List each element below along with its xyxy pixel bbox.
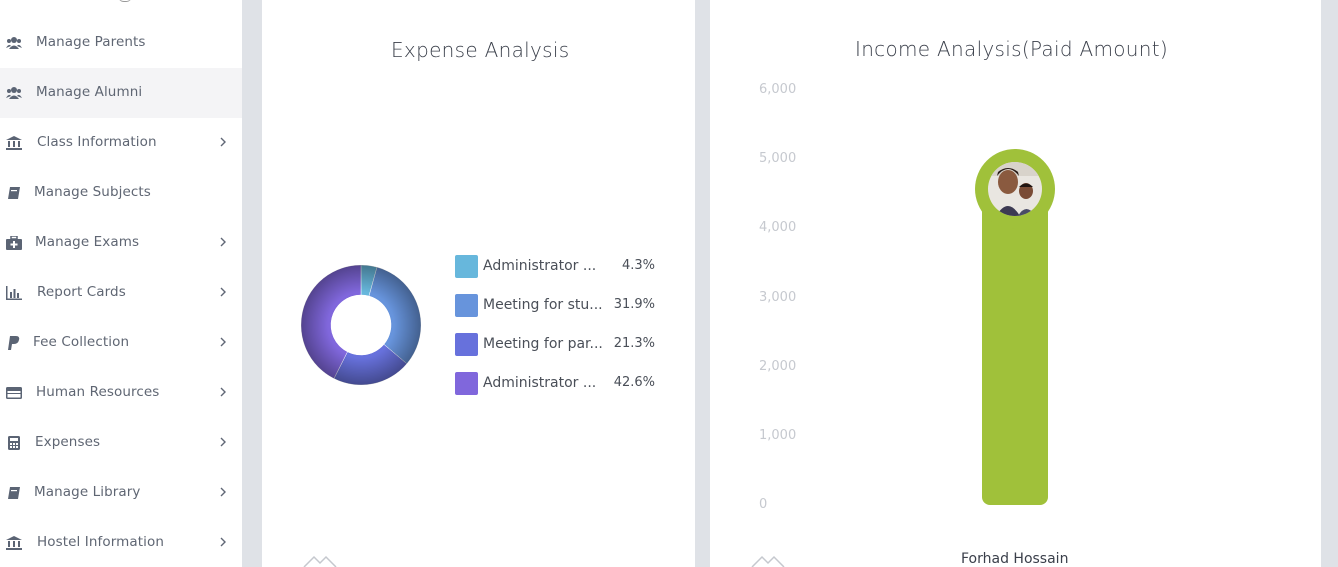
chevron-right-icon xyxy=(219,486,229,500)
y-tick-label: 5,000 xyxy=(759,151,797,167)
sidebar-item-label: Manage Subjects xyxy=(34,184,151,200)
legend-item[interactable]: Meeting for stu... 31.9% xyxy=(455,294,655,318)
sidebar-item-manage-library[interactable]: Manage Library xyxy=(0,468,242,518)
legend-label: Administrator ... xyxy=(483,375,597,391)
sidebar-item-label: Human Resources xyxy=(36,384,160,400)
book-icon xyxy=(6,185,22,201)
book-icon xyxy=(6,485,22,501)
chevron-right-icon xyxy=(219,136,229,150)
expense-card-title: Expense Analysis xyxy=(391,38,570,62)
x-tick-label: Forhad Hossain xyxy=(961,551,1069,567)
sidebar-item-label: Class Information xyxy=(37,134,157,150)
bar-chart-icon xyxy=(6,285,22,301)
paypal-icon xyxy=(6,335,22,351)
credit-card-icon xyxy=(6,385,22,401)
sidebar-item-label: Report Cards xyxy=(37,284,126,300)
mountain-icon xyxy=(751,555,785,567)
sidebar-item-class-information[interactable]: Class Information xyxy=(0,118,242,168)
chevron-right-icon xyxy=(219,236,229,250)
mountain-icon xyxy=(303,555,337,567)
legend-swatch xyxy=(455,255,478,278)
y-tick-label: 4,000 xyxy=(759,220,797,236)
medkit-icon xyxy=(6,235,22,251)
expense-donut-chart xyxy=(300,264,422,386)
chevron-right-icon xyxy=(219,436,229,450)
sidebar-item-label: Hostel Information xyxy=(37,534,165,550)
chevron-right-icon xyxy=(219,336,229,350)
legend-item[interactable]: Meeting for par... 21.3% xyxy=(455,333,655,357)
y-tick-label: 2,000 xyxy=(759,358,797,374)
chevron-right-icon xyxy=(219,286,229,300)
y-tick-label: 1,000 xyxy=(759,427,797,443)
legend-swatch xyxy=(455,372,478,395)
sidebar-item-manage-alumni[interactable]: Manage Alumni xyxy=(0,68,242,118)
legend-value: 21.3% xyxy=(613,336,655,351)
donut-hole xyxy=(331,295,391,355)
sidebar-item-report-cards[interactable]: Report Cards xyxy=(0,268,242,318)
sidebar-item-label: Manage Library xyxy=(34,484,141,500)
users-icon xyxy=(6,85,22,101)
calculator-icon xyxy=(6,435,22,451)
sidebar-item-manage-subjects[interactable]: Manage Subjects xyxy=(0,168,242,218)
sidebar-item-label: Manage Parents xyxy=(36,34,146,50)
legend-value: 42.6% xyxy=(613,375,655,390)
sidebar-item-human-resources[interactable]: Human Resources xyxy=(0,368,242,418)
legend-item[interactable]: Administrator ... 4.3% xyxy=(455,255,655,279)
institution-icon xyxy=(6,535,22,551)
sidebar-item-fee-collection[interactable]: Fee Collection xyxy=(0,318,242,368)
sidebar-item-expenses[interactable]: Expenses xyxy=(0,418,242,468)
legend-swatch xyxy=(455,294,478,317)
legend-value: 31.9% xyxy=(613,297,655,312)
income-card-title: Income Analysis(Paid Amount) xyxy=(855,37,1168,61)
y-tick-label: 6,000 xyxy=(759,82,797,97)
sidebar-item-label: Manage Alumni xyxy=(36,84,143,100)
legend-swatch xyxy=(455,333,478,356)
sidebar-item-label: Manage Exams xyxy=(35,234,140,250)
chevron-right-icon xyxy=(219,536,229,550)
sidebar-item-hostel-information[interactable]: Hostel Information xyxy=(0,518,242,567)
chevron-right-icon xyxy=(219,386,229,400)
sidebar-item-manage-exams[interactable]: Manage Exams xyxy=(0,218,242,268)
institution-icon xyxy=(6,135,22,151)
legend-value: 4.3% xyxy=(621,258,655,273)
cut-off-item xyxy=(118,0,132,2)
users-icon xyxy=(6,35,22,51)
expense-analysis-card: Expense Analysis Administrator ... 4.3% Me… xyxy=(262,0,695,567)
legend-label: Administrator ... xyxy=(483,258,597,274)
legend-item[interactable]: Administrator ... 42.6% xyxy=(455,372,655,396)
sidebar-item-label: Fee Collection xyxy=(33,334,130,350)
sidebar-item-manage-parents[interactable]: Manage Parents xyxy=(0,18,242,68)
legend-label: Meeting for par... xyxy=(483,336,603,352)
income-analysis-card: Income Analysis(Paid Amount) 6,000 5,000 4… xyxy=(710,0,1321,567)
legend-label: Meeting for stu... xyxy=(483,297,603,313)
income-bar-chart xyxy=(975,149,1055,505)
sidebar: Manage Parents Manage Alumni Class Informa… xyxy=(0,0,242,567)
sidebar-item-label: Expenses xyxy=(35,434,101,450)
y-tick-label: 3,000 xyxy=(759,289,797,305)
y-tick-label: 0 xyxy=(759,497,768,512)
